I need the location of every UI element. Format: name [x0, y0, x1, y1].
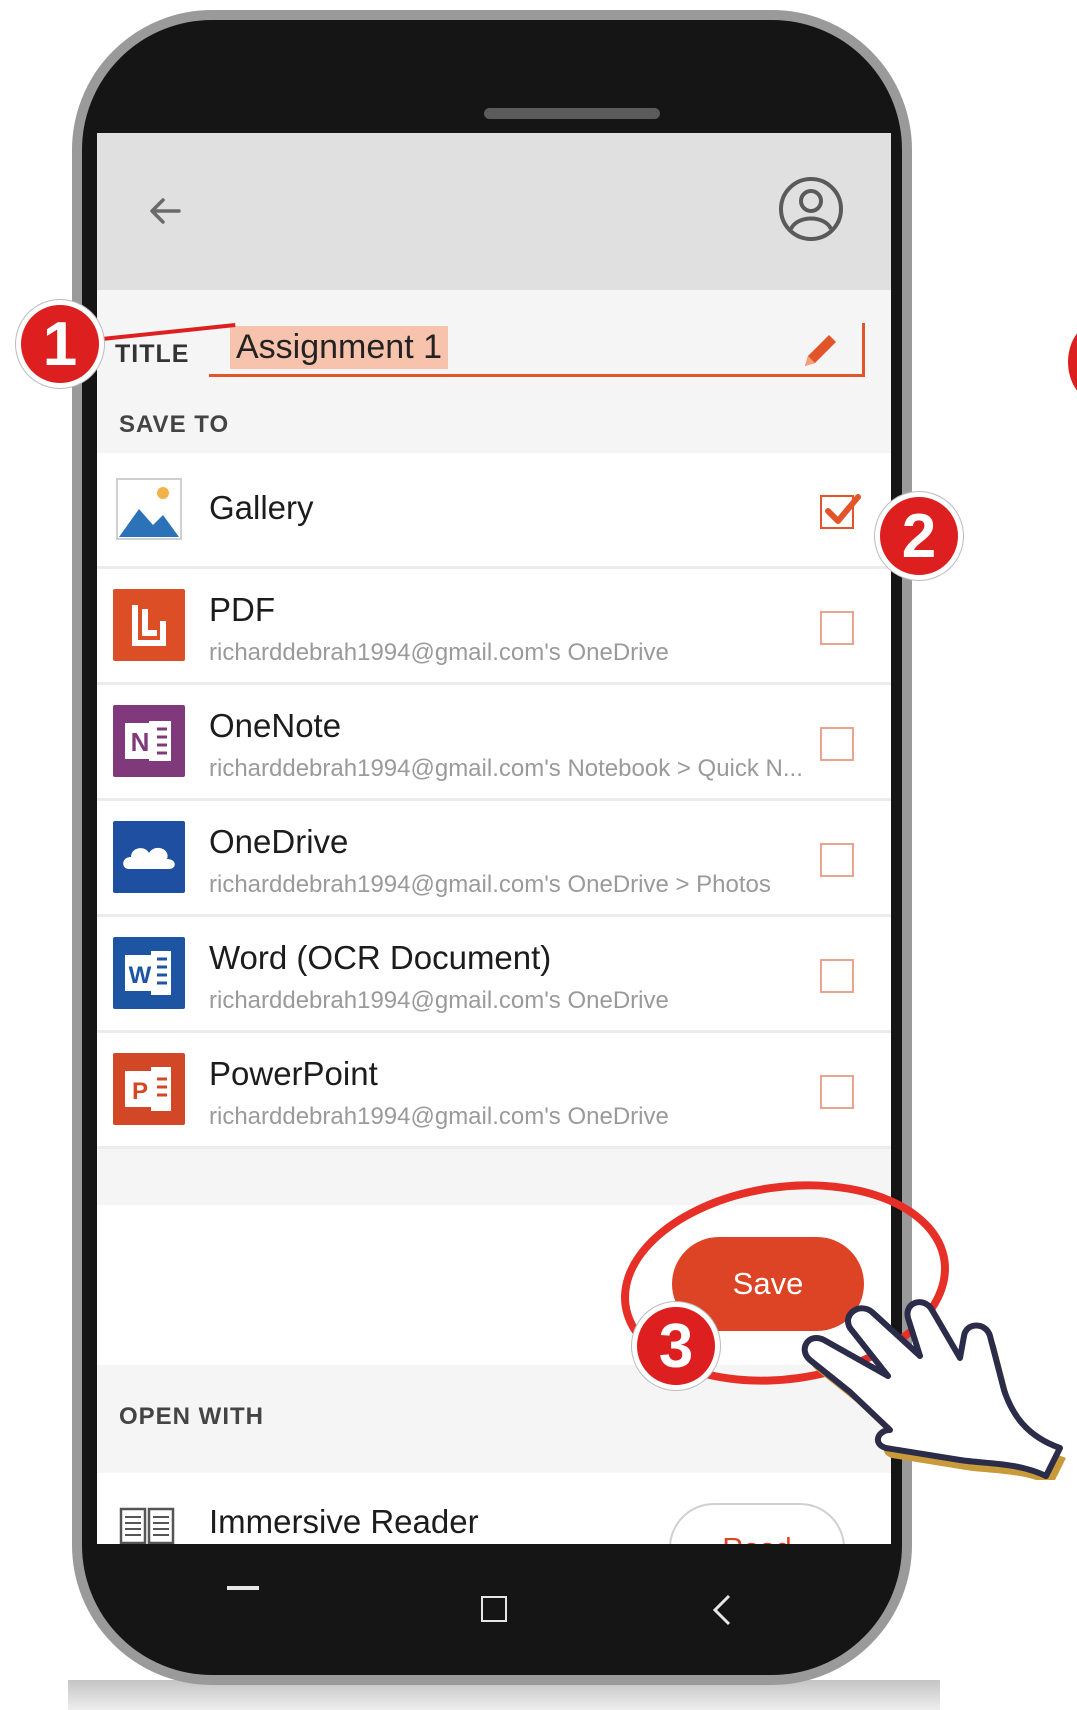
save-option-onedrive[interactable]: OneDrive richarddebrah1994@gmail.com's O…	[97, 801, 891, 917]
pdf-checkbox[interactable]	[820, 611, 854, 645]
save-option-name: PDF	[209, 591, 275, 628]
save-option-location: richarddebrah1994@gmail.com's OneDrive	[209, 639, 669, 666]
next-step-badge-partial	[1068, 322, 1077, 402]
checkmark-icon	[825, 494, 861, 524]
nav-back-icon[interactable]	[707, 1592, 737, 1628]
arrow-left-icon[interactable]	[145, 191, 185, 231]
save-option-name: Gallery	[209, 489, 314, 526]
save-option-onenote[interactable]: N OneNote richarddebrah1994@gmail.com's …	[97, 685, 891, 801]
pdf-icon	[113, 589, 185, 661]
save-option-powerpoint[interactable]: P PowerPoint richarddebrah1994@gmail.com…	[97, 1033, 891, 1149]
step3-badge: 3	[632, 1302, 720, 1390]
save-option-pdf[interactable]: PDF richarddebrah1994@gmail.com's OneDri…	[97, 569, 891, 685]
save-option-location: richarddebrah1994@gmail.com's OneDrive >…	[209, 871, 771, 898]
save-option-word[interactable]: W Word (OCR Document) richarddebrah1994@…	[97, 917, 891, 1033]
read-button[interactable]: Read	[669, 1503, 845, 1544]
app-bar	[97, 133, 891, 290]
powerpoint-icon: P	[113, 1053, 185, 1125]
open-with-label: OPEN WITH	[119, 1403, 264, 1430]
save-option-location: richarddebrah1994@gmail.com's OneDrive	[209, 1103, 669, 1130]
pointing-hand-icon	[801, 1299, 1066, 1480]
svg-text:P: P	[132, 1078, 148, 1105]
step1-badge: 1	[16, 300, 104, 388]
word-checkbox[interactable]	[820, 959, 854, 993]
title-input[interactable]: Assignment 1	[230, 326, 448, 369]
save-option-name: Word (OCR Document)	[209, 939, 552, 976]
book-icon	[119, 1507, 175, 1544]
gallery-icon	[116, 478, 182, 540]
save-option-location: richarddebrah1994@gmail.com's OneDrive	[209, 987, 669, 1014]
onedrive-icon	[113, 821, 185, 893]
open-option-name: Immersive Reader	[209, 1503, 479, 1540]
account-circle-icon[interactable]	[777, 175, 845, 243]
step2-badge: 2	[875, 492, 963, 580]
save-option-gallery[interactable]: Gallery	[97, 453, 891, 569]
gallery-checkbox[interactable]	[820, 494, 861, 529]
powerpoint-checkbox[interactable]	[820, 1075, 854, 1109]
phone-speaker	[484, 108, 660, 119]
onenote-icon: N	[113, 705, 185, 777]
title-label: TITLE	[115, 340, 190, 368]
open-option-immersive-reader[interactable]: Immersive Reader Read	[97, 1473, 891, 1544]
nav-home-icon[interactable]	[481, 1596, 507, 1622]
onedrive-checkbox[interactable]	[820, 843, 854, 877]
android-nav-bar	[97, 1544, 891, 1674]
svg-text:W: W	[129, 962, 152, 989]
onenote-checkbox[interactable]	[820, 727, 854, 761]
nav-recents-icon[interactable]	[227, 1586, 259, 1590]
save-option-name: PowerPoint	[209, 1055, 378, 1092]
save-option-name: OneNote	[209, 707, 342, 744]
save-to-label: SAVE TO	[119, 411, 230, 438]
word-icon: W	[113, 937, 185, 1009]
pencil-icon[interactable]	[799, 328, 843, 372]
svg-text:N: N	[131, 727, 150, 757]
save-option-location: richarddebrah1994@gmail.com's Notebook >…	[209, 755, 803, 782]
save-option-name: OneDrive	[209, 823, 349, 860]
